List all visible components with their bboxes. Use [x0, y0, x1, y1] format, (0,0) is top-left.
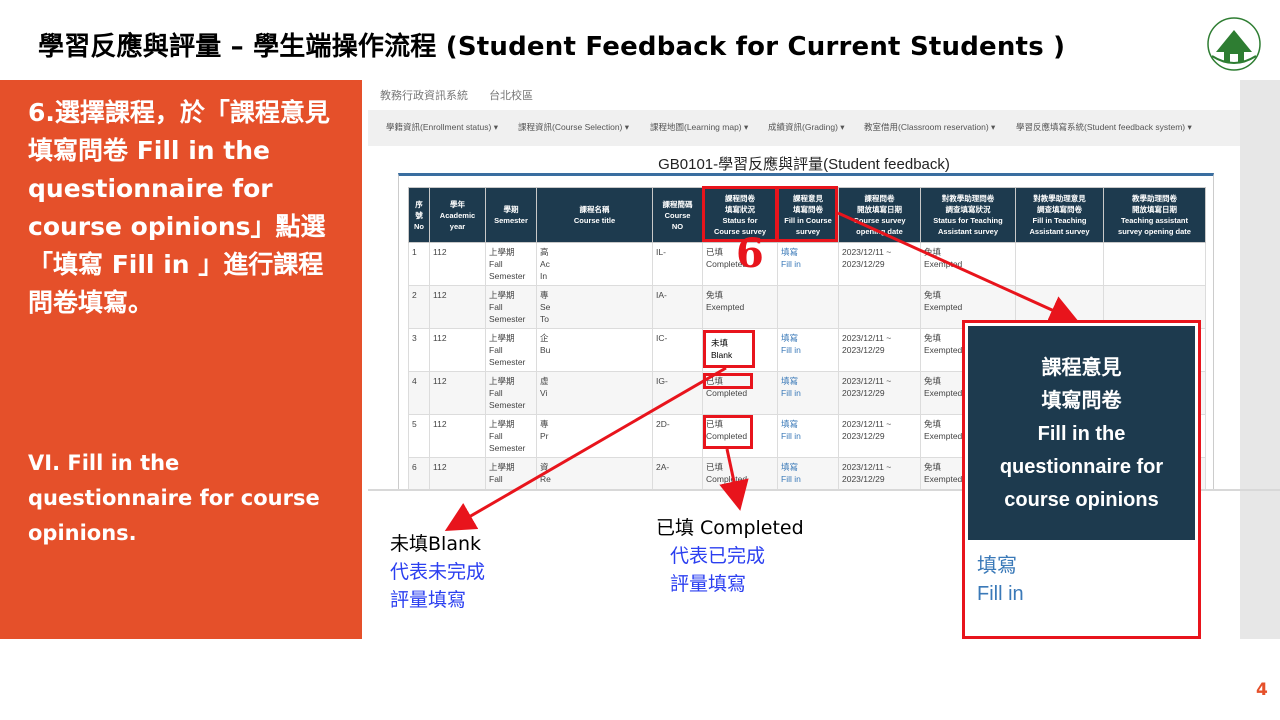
cell-code: IC-: [652, 328, 703, 372]
cell-ta-fill: [1015, 242, 1104, 286]
fill-column-highlight: [776, 186, 838, 242]
cell-year: 112: [429, 457, 486, 490]
cell-no: 1: [408, 242, 430, 286]
blank-caption: 未填Blank 代表未完成 評量填寫: [390, 530, 485, 614]
cell-semester: 上學期 Fall Semester: [485, 414, 537, 458]
cell-code: 2D-: [652, 414, 703, 458]
campus-name: 台北校區: [489, 90, 534, 102]
page-heading: GB0101-學習反應與評量(Student feedback): [658, 156, 950, 173]
step-six-marker: 6: [736, 230, 764, 277]
cell-dates: [838, 285, 921, 329]
table-header-7: 課程問卷 開放填寫日期 Course survey opening date: [838, 187, 921, 243]
slide-title: 學習反應與評量 – 學生端操作流程 (Student Feedback for …: [38, 32, 1066, 62]
zoom-fill-in-link-zh[interactable]: 填寫: [977, 549, 1017, 578]
nav-bar: 學籍資訊(Enrollment status) ▾ 課程資訊(Course Se…: [368, 110, 1240, 146]
cell-ta-status: 免填 Exempted: [920, 242, 1016, 286]
zoom-fill-in-link-en[interactable]: Fill in: [977, 583, 1024, 606]
zoom-callout: 課程意見 填寫問卷 Fill in the questionnaire for …: [962, 320, 1201, 639]
cell-title: 專 Pr: [536, 414, 653, 458]
cell-semester: 上學期 Fall Semester: [485, 371, 537, 415]
table-row: 1 112 上學期 Fall Semester 高 Ac In IL- 已填 Comple…: [408, 242, 1206, 286]
cell-dates: 2023/12/11 ~ 2023/12/29: [838, 414, 921, 458]
step-instruction-en: VI. Fill in the questionnaire for course…: [28, 451, 320, 545]
table-header-9: 對教學助理意見 調查填寫問卷 Fill in Teaching Assistan…: [1015, 187, 1104, 243]
cell-dates: 2023/12/11 ~ 2023/12/29: [838, 328, 921, 372]
table-header-4: 課程簡碼 Course NO: [652, 187, 703, 243]
cell-semester: 上學期 Fall: [485, 457, 537, 490]
blank-caption-desc-2: 評量填寫: [390, 589, 467, 611]
cell-fill[interactable]: 填寫 Fill in: [777, 457, 839, 490]
cell-fill[interactable]: 填寫 Fill in: [777, 242, 839, 286]
cell-no: 5: [408, 414, 430, 458]
nav-learning-map[interactable]: 課程地圖(Learning map) ▾: [650, 121, 748, 133]
cell-ta-dates: [1103, 242, 1206, 286]
system-header: 教務行政資訊系統 台北校區: [380, 87, 551, 103]
cell-semester: 上學期 Fall Semester: [485, 328, 537, 372]
cell-code: IG-: [652, 371, 703, 415]
cell-title: 資 Re: [536, 457, 653, 490]
cell-year: 112: [429, 328, 486, 372]
instruction-panel: 6.選擇課程，於「課程意見填寫問卷 Fill in the questionna…: [0, 80, 362, 639]
blank-caption-label: 未填Blank: [390, 533, 482, 555]
nav-feedback-system[interactable]: 學習反應填寫系統(Student feedback system) ▾: [1016, 121, 1192, 133]
blank-status-zh: 未填: [711, 338, 729, 348]
cell-no: 2: [408, 285, 430, 329]
zoom-column-header: 課程意見 填寫問卷 Fill in the questionnaire for …: [968, 326, 1195, 540]
table-header-8: 對教學助理問卷 調查填寫狀況 Status for Teaching Assis…: [920, 187, 1016, 243]
cell-status: 免填 Exempted: [702, 285, 778, 329]
cell-title: 虛 Vi: [536, 371, 653, 415]
cell-title: 企 Bu: [536, 328, 653, 372]
scrollbar-track: [1240, 80, 1280, 639]
cell-code: 2A-: [652, 457, 703, 490]
nav-course-selection[interactable]: 課程資訊(Course Selection) ▾: [518, 121, 629, 133]
page-number: 4: [1256, 680, 1268, 700]
completed-caption: 已填 Completed 代表已完成 評量填寫: [656, 514, 804, 598]
blank-status-highlight: 未填 Blank: [703, 330, 755, 368]
cell-status: 已填 Completed: [702, 457, 778, 490]
cell-semester: 上學期 Fall Semester: [485, 242, 537, 286]
nav-grading[interactable]: 成績資訊(Grading) ▾: [768, 121, 845, 133]
cell-year: 112: [429, 242, 486, 286]
cell-code: IL-: [652, 242, 703, 286]
completed-caption-desc-2: 評量填寫: [670, 573, 747, 595]
table-header-0: 序 號 No: [408, 187, 430, 243]
nav-enrollment[interactable]: 學籍資訊(Enrollment status) ▾: [386, 121, 498, 133]
cell-fill: [777, 285, 839, 329]
cell-title: 專 Se To: [536, 285, 653, 329]
cell-dates: 2023/12/11 ~ 2023/12/29: [838, 242, 921, 286]
table-header-2: 學期 Semester: [485, 187, 537, 243]
cell-year: 112: [429, 285, 486, 329]
step-instruction-zh: 6.選擇課程，於「課程意見填寫問卷 Fill in the questionna…: [28, 98, 330, 317]
cell-no: 3: [408, 328, 430, 372]
cell-fill[interactable]: 填寫 Fill in: [777, 371, 839, 415]
cell-title: 高 Ac In: [536, 242, 653, 286]
table-header-3: 課程名稱 Course title: [536, 187, 653, 243]
cell-dates: 2023/12/11 ~ 2023/12/29: [838, 371, 921, 415]
cell-no: 6: [408, 457, 430, 490]
blank-caption-desc-1: 代表未完成: [390, 561, 486, 583]
cell-year: 112: [429, 371, 486, 415]
cell-no: 4: [408, 371, 430, 415]
blank-status-en: Blank: [711, 350, 733, 360]
cell-semester: 上學期 Fall Semester: [485, 285, 537, 329]
completed-caption-desc-1: 代表已完成: [670, 545, 766, 567]
cell-year: 112: [429, 414, 486, 458]
cell-dates: 2023/12/11 ~ 2023/12/29: [838, 457, 921, 490]
completed-status-highlight-2: [703, 415, 753, 449]
cell-code: IA-: [652, 285, 703, 329]
nav-classroom[interactable]: 教室借用(Classroom reservation) ▾: [864, 121, 995, 133]
university-logo: [1207, 17, 1261, 71]
cell-fill[interactable]: 填寫 Fill in: [777, 414, 839, 458]
table-header-1: 學年 Academic year: [429, 187, 486, 243]
completed-caption-label: 已填 Completed: [656, 517, 804, 539]
completed-status-highlight-1: [703, 373, 753, 389]
table-header-10: 教學助理問卷 開放填寫日期 Teaching assistant survey …: [1103, 187, 1206, 243]
system-name: 教務行政資訊系統: [380, 90, 468, 102]
cell-fill[interactable]: 填寫 Fill in: [777, 328, 839, 372]
